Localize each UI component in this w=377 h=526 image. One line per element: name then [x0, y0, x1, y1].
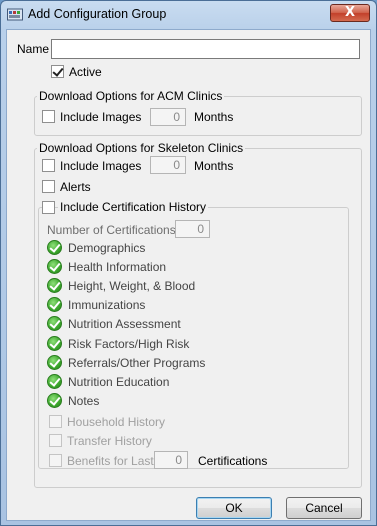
acm-include-images-checkbox[interactable] — [42, 110, 55, 123]
green-check-icon — [47, 316, 62, 331]
household-history-checkbox[interactable] — [49, 415, 62, 428]
benefits-count-input[interactable]: 0 — [154, 451, 188, 469]
benefits-label: Benefits for Last — [67, 454, 154, 468]
cert-section-item-label: Nutrition Education — [68, 375, 170, 389]
skeleton-months-input[interactable]: 0 — [150, 156, 186, 174]
transfer-history-checkbox[interactable] — [49, 434, 62, 447]
cancel-button[interactable]: Cancel — [286, 497, 362, 519]
name-input[interactable] — [51, 39, 360, 59]
name-label: Name — [17, 42, 50, 56]
green-check-icon — [47, 374, 62, 389]
close-icon: X — [344, 5, 356, 20]
acm-months-input[interactable]: 0 — [150, 108, 186, 126]
green-check-icon — [47, 355, 62, 370]
include-cert-history-checkbox[interactable] — [42, 201, 55, 214]
cert-section-item-label: Nutrition Assessment — [68, 317, 181, 331]
cert-section-item-label: Referrals/Other Programs — [68, 356, 206, 370]
num-certs-label: Number of Certifications — [47, 223, 176, 237]
skeleton-months-label: Months — [194, 159, 234, 173]
cert-section-item-label: Demographics — [68, 241, 146, 255]
certifications-label: Certifications — [198, 454, 268, 468]
close-button[interactable]: X — [330, 4, 370, 22]
cert-section-item-label: Immunizations — [68, 298, 146, 312]
cert-section-item-label: Health Information — [68, 260, 167, 274]
skeleton-options-legend: Download Options for Skeleton Clinics — [37, 141, 246, 155]
dialog-body: Name Active Download Options for ACM Cli… — [6, 29, 371, 521]
green-check-icon — [47, 297, 62, 312]
cert-section-item-label: Notes — [68, 394, 100, 408]
cert-section-item-label: Risk Factors/High Risk — [68, 337, 190, 351]
window-title: Add Configuration Group — [28, 7, 167, 21]
transfer-history-label: Transfer History — [67, 434, 152, 448]
app-icon — [7, 8, 23, 21]
acm-options-legend: Download Options for ACM Clinics — [37, 89, 225, 103]
include-cert-history-label: Include Certification History — [58, 200, 209, 214]
dialog-window: Add Configuration Group X Name Active Do… — [0, 0, 377, 526]
green-check-icon — [47, 259, 62, 274]
green-check-icon — [47, 336, 62, 351]
acm-months-label: Months — [194, 110, 234, 124]
green-check-icon — [47, 240, 62, 255]
green-check-icon — [47, 278, 62, 293]
benefits-checkbox[interactable] — [49, 454, 62, 467]
green-check-icon — [47, 393, 62, 408]
alerts-label: Alerts — [60, 180, 91, 194]
num-certs-input[interactable]: 0 — [175, 220, 210, 238]
household-history-label: Household History — [67, 415, 166, 429]
ok-button[interactable]: OK — [196, 497, 272, 519]
alerts-checkbox[interactable] — [42, 180, 55, 193]
cert-section-item-label: Height, Weight, & Blood — [68, 279, 196, 293]
title-bar[interactable]: Add Configuration Group X — [1, 1, 376, 29]
acm-include-images-label: Include Images — [60, 110, 142, 124]
active-label: Active — [69, 65, 102, 79]
skeleton-include-images-checkbox[interactable] — [42, 159, 55, 172]
active-checkbox[interactable] — [51, 65, 64, 78]
skeleton-include-images-label: Include Images — [60, 159, 142, 173]
